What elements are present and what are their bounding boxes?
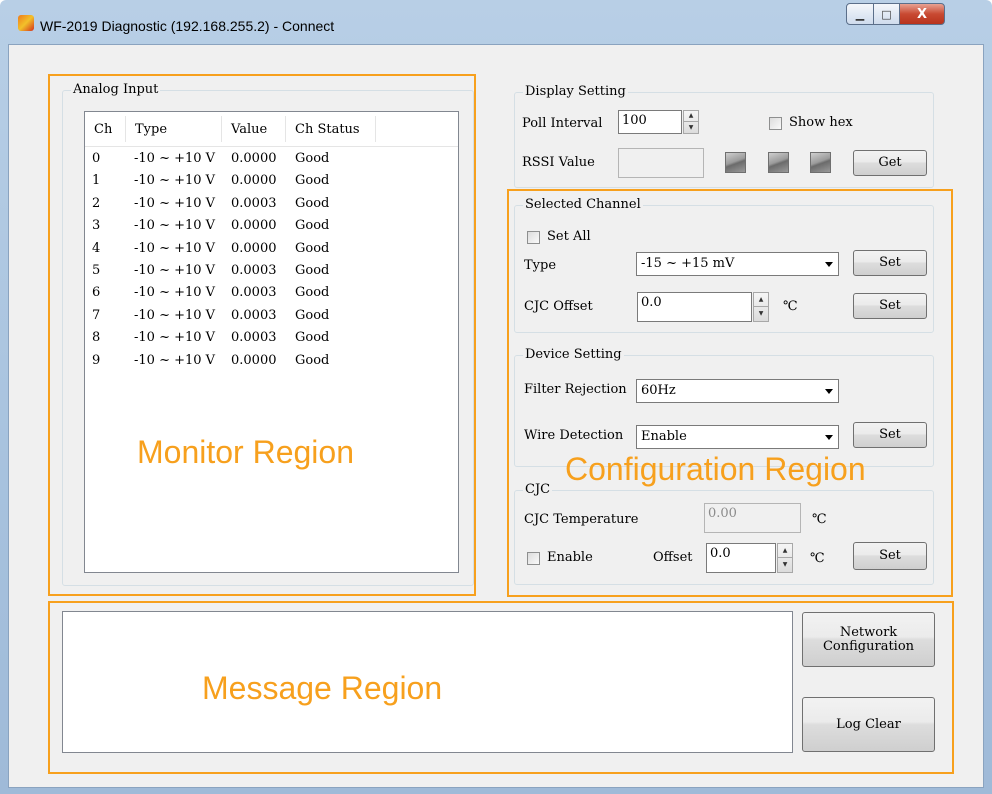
configuration-region-annotation: Configuration Region xyxy=(565,451,866,487)
app-icon xyxy=(18,15,34,31)
message-region-annotation: Message Region xyxy=(202,670,443,706)
spin-up-icon[interactable]: ▲ xyxy=(684,111,698,122)
close-button[interactable]: X xyxy=(899,3,945,25)
rssi-led-icon xyxy=(725,152,746,173)
display-setting-group-label: Display Setting xyxy=(523,84,628,100)
close-icon: X xyxy=(916,6,928,22)
show-hex-checkbox[interactable] xyxy=(769,117,782,130)
poll-interval-label: Poll Interval xyxy=(522,116,603,131)
monitor-region-annotation: Monitor Region xyxy=(137,434,354,470)
show-hex-label: Show hex xyxy=(789,115,853,130)
monitor-region-outline xyxy=(48,74,476,596)
title-bar[interactable]: WF-2019 Diagnostic (192.168.255.2) - Con… xyxy=(0,0,992,44)
rssi-led-icon xyxy=(810,152,831,173)
minimize-icon: ▁ xyxy=(855,7,865,21)
window-title: WF-2019 Diagnostic (192.168.255.2) - Con… xyxy=(40,18,335,34)
poll-interval-input[interactable]: 100 xyxy=(618,110,682,134)
rssi-value-field xyxy=(618,148,704,178)
maximize-icon: □ xyxy=(881,7,892,21)
spin-down-icon[interactable]: ▼ xyxy=(684,122,698,133)
configuration-region-outline xyxy=(507,189,953,597)
rssi-value-label: RSSI Value xyxy=(522,155,595,170)
poll-interval-spinner[interactable]: ▲ ▼ xyxy=(683,110,699,134)
maximize-button[interactable]: □ xyxy=(873,3,900,25)
rssi-led-icon xyxy=(768,152,789,173)
get-rssi-button[interactable]: Get xyxy=(853,150,927,176)
message-region-outline xyxy=(48,601,954,774)
minimize-button[interactable]: ▁ xyxy=(846,3,874,25)
